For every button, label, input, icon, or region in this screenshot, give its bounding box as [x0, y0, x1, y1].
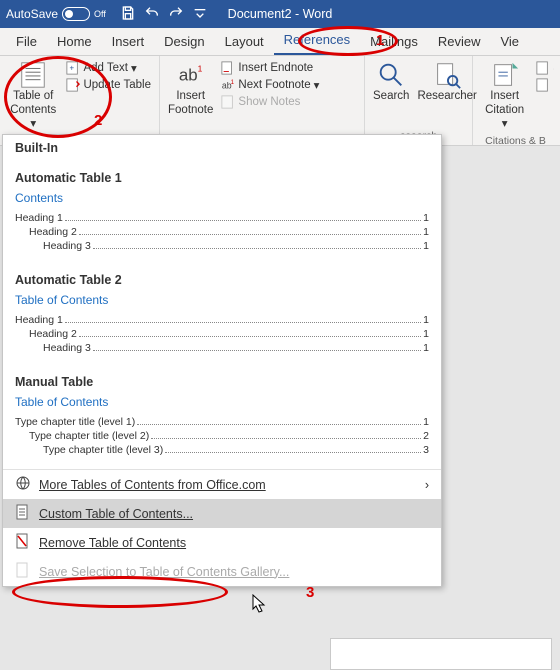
update-table-button[interactable]: Update Table [64, 77, 153, 93]
document-icon [15, 504, 31, 523]
insert-footnote-button[interactable]: ab1 Insert Footnote [164, 58, 217, 120]
style-button[interactable]: Sty [534, 60, 552, 76]
auto2-preview[interactable]: Table of Contents Heading 11 Heading 21 … [3, 293, 441, 365]
insert-footnote-label: Insert Footnote [168, 90, 213, 118]
remove-toc-menu-item[interactable]: Remove Table of Contents [3, 528, 441, 557]
save-selection-label: Save Selection to Table of Contents Gall… [39, 565, 289, 579]
tab-file[interactable]: File [6, 30, 47, 55]
tab-insert[interactable]: Insert [102, 30, 155, 55]
more-toc-label: More Tables of Contents from Office.com [39, 478, 266, 492]
tab-references[interactable]: References [274, 28, 360, 55]
toc-button-label: Table of Contents ▾ [8, 90, 58, 131]
more-toc-menu-item[interactable]: More Tables of Contents from Office.com … [3, 470, 441, 499]
ribbon-tabs: File Home Insert Design Layout Reference… [0, 28, 560, 56]
group-table-of-contents: Table of Contents ▾ + Add Text ▾ Update … [0, 56, 160, 145]
table-row: Heading 21 [15, 225, 429, 239]
save-icon[interactable] [120, 5, 136, 24]
researcher-button[interactable]: Researcher [413, 58, 480, 106]
add-text-label: Add Text [83, 62, 128, 74]
insert-citation-button[interactable]: Insert Citation ▾ [477, 58, 532, 133]
next-footnote-button[interactable]: ab1 Next Footnote ▾ [219, 77, 321, 93]
show-notes-button[interactable]: Show Notes [219, 94, 321, 110]
group-citations: Insert Citation ▾ Sty Bil Citations & B [473, 56, 558, 145]
save-selection-menu-item: Save Selection to Table of Contents Gall… [3, 557, 441, 586]
auto1-heading: Contents [15, 191, 429, 205]
custom-toc-label: Custom Table of Contents... [39, 507, 193, 521]
tab-view[interactable]: Vie [490, 30, 529, 55]
researcher-label: Researcher [417, 90, 476, 104]
tab-layout[interactable]: Layout [215, 30, 274, 55]
table-row: Type chapter title (level 2)2 [15, 429, 429, 443]
search-label: Search [373, 90, 409, 104]
quick-access-toolbar [112, 5, 216, 24]
bibliography-button[interactable]: Bil [534, 77, 552, 93]
chevron-right-icon: › [425, 478, 429, 492]
svg-text:1: 1 [197, 63, 202, 73]
svg-text:1: 1 [231, 79, 235, 86]
show-notes-label: Show Notes [238, 96, 300, 108]
ribbon: Table of Contents ▾ + Add Text ▾ Update … [0, 56, 560, 146]
auto1-preview[interactable]: Contents Heading 11 Heading 21 Heading 3… [3, 191, 441, 263]
table-row: Heading 21 [15, 327, 429, 341]
next-footnote-label: Next Footnote [238, 79, 310, 91]
table-of-contents-button[interactable]: Table of Contents ▾ [4, 58, 62, 133]
tab-design[interactable]: Design [154, 30, 214, 55]
group-footnotes: ab1 Insert Footnote Insert Endnote ab1 N… [160, 56, 365, 145]
manual-preview[interactable]: Table of Contents Type chapter title (le… [3, 395, 441, 467]
auto1-title: Automatic Table 1 [3, 161, 441, 191]
remove-icon [15, 533, 31, 552]
update-table-label: Update Table [83, 79, 151, 91]
toc-gallery-dropdown: Built-In Automatic Table 1 Contents Head… [2, 134, 442, 587]
save-selection-icon [15, 562, 31, 581]
insert-citation-label: Insert Citation ▾ [481, 90, 528, 131]
add-text-button[interactable]: + Add Text ▾ [64, 60, 153, 76]
svg-text:ab: ab [179, 66, 198, 85]
custom-toc-menu-item[interactable]: Custom Table of Contents... [3, 499, 441, 528]
insert-endnote-button[interactable]: Insert Endnote [219, 60, 321, 76]
autosave-toggle[interactable]: AutoSave Off [0, 7, 112, 21]
undo-icon[interactable] [144, 5, 160, 24]
auto2-title: Automatic Table 2 [3, 263, 441, 293]
qat-customize-icon[interactable] [192, 5, 208, 24]
document-title: Document2 - Word [228, 7, 333, 21]
autosave-state: Off [94, 9, 106, 19]
table-row: Heading 31 [15, 341, 429, 355]
redo-icon[interactable] [168, 5, 184, 24]
auto2-heading: Table of Contents [15, 293, 429, 307]
table-row: Heading 11 [15, 211, 429, 225]
table-row: Type chapter title (level 3)3 [15, 443, 429, 457]
tab-home[interactable]: Home [47, 30, 102, 55]
autosave-switch[interactable] [62, 7, 90, 21]
globe-icon [15, 475, 31, 494]
title-bar: AutoSave Off Document2 - Word [0, 0, 560, 28]
manual-title: Manual Table [3, 365, 441, 395]
group-research: Search Researcher esearch [365, 56, 473, 145]
insert-endnote-label: Insert Endnote [238, 62, 313, 74]
svg-text:+: + [70, 64, 75, 73]
autosave-label: AutoSave [6, 7, 58, 21]
tab-mailings[interactable]: Mailings [360, 30, 428, 55]
builtin-heading: Built-In [3, 135, 441, 161]
search-button[interactable]: Search [369, 58, 413, 106]
table-row: Heading 11 [15, 313, 429, 327]
tab-review[interactable]: Review [428, 30, 491, 55]
table-row: Type chapter title (level 1)1 [15, 415, 429, 429]
remove-toc-label: Remove Table of Contents [39, 536, 186, 550]
table-row: Heading 31 [15, 239, 429, 253]
manual-heading: Table of Contents [15, 395, 429, 409]
